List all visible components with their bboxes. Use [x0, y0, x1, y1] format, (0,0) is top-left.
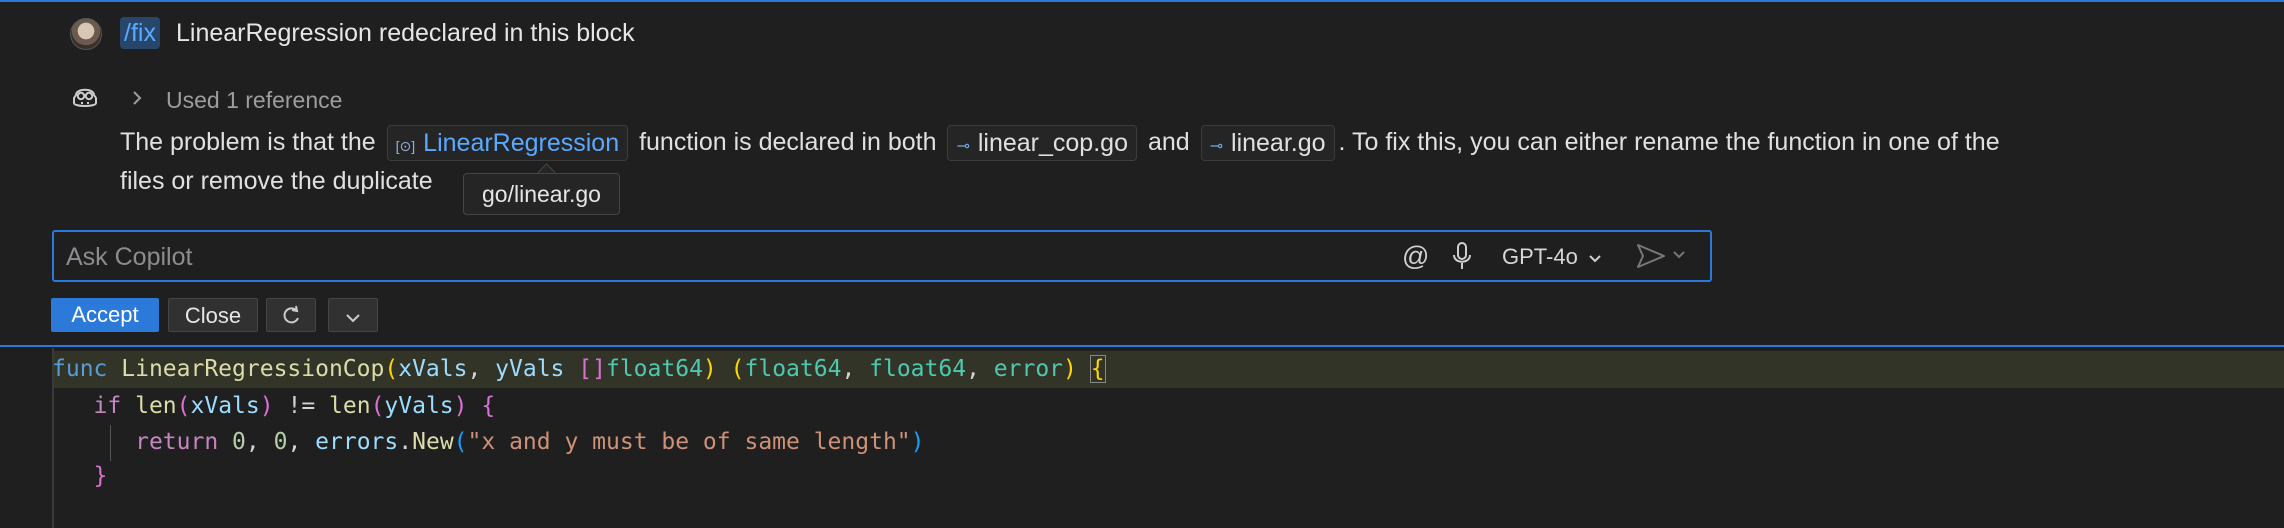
more-actions-button[interactable]	[328, 298, 378, 332]
keyword-if: if	[93, 393, 122, 419]
paren: (	[384, 356, 399, 382]
chevron-down-icon	[1589, 255, 1601, 263]
open-brace: {	[1089, 355, 1106, 383]
chevron-down-icon	[346, 314, 360, 323]
symbol-reference-chip[interactable]: [⊙] LinearRegression	[386, 125, 629, 162]
link-icon: ⊸	[1209, 138, 1224, 156]
user-avatar-icon	[70, 18, 102, 50]
response-intro: The problem is that the	[120, 128, 376, 156]
file-path-tooltip: go/linear.go	[463, 173, 620, 215]
slice-brackets: []	[578, 356, 606, 382]
file-chip-1-label: linear_cop.go	[977, 129, 1128, 158]
used-references-toggle[interactable]: Used 1 reference	[166, 85, 342, 115]
paren: (	[730, 356, 745, 382]
slash-command: /fix	[120, 17, 160, 49]
code-line-1[interactable]: func LinearRegressionCop(xVals, yVals []…	[52, 351, 1106, 387]
chevron-right-icon[interactable]	[130, 88, 144, 113]
number: 0	[273, 429, 288, 455]
return-type: error	[993, 356, 1064, 382]
keyword-return: return	[135, 429, 219, 455]
link-icon: ⊸	[956, 138, 970, 156]
return-type: float64	[869, 356, 967, 382]
param-type: float64	[605, 356, 703, 382]
model-name: GPT-4o	[1502, 244, 1578, 269]
package-errors: errors	[315, 429, 399, 455]
file-chip-2-label: linear.go	[1231, 129, 1326, 158]
paren: )	[702, 356, 717, 382]
comma: ,	[467, 356, 496, 382]
code-line-4[interactable]: }	[52, 458, 108, 494]
file-reference-chip-2[interactable]: ⊸ linear.go	[1200, 125, 1335, 162]
response-line-2: files or remove the duplicate	[120, 167, 433, 195]
send-icon[interactable]	[1634, 241, 1694, 271]
number: 0	[232, 429, 246, 455]
open-brace: {	[481, 393, 496, 419]
accept-button[interactable]: Accept	[51, 298, 159, 332]
symbol-icon: [⊙]	[395, 138, 416, 155]
copilot-icon	[73, 88, 97, 107]
response-tail: . To fix this, you can either rename the…	[1338, 128, 2000, 156]
func-new: New	[412, 429, 454, 455]
file-reference-chip-1[interactable]: ⊸ linear_cop.go	[947, 125, 1137, 162]
close-brace: }	[93, 463, 108, 489]
top-focus-border	[0, 0, 2284, 2]
operator: !=	[273, 393, 330, 419]
var-xvals: xVals	[190, 393, 260, 419]
builtin-len: len	[135, 393, 177, 419]
editor-separator	[0, 345, 2284, 347]
microphone-icon[interactable]	[1452, 240, 1472, 272]
response-mid1: function is declared in both	[639, 128, 937, 156]
keyword-func: func	[52, 356, 108, 382]
model-selector[interactable]: GPT-4o	[1502, 242, 1602, 272]
param-xvals: xVals	[398, 356, 468, 382]
paren: )	[1063, 356, 1077, 382]
string-literal: "x and y must be of same length"	[467, 429, 911, 455]
param-yvals: yVals	[495, 356, 565, 382]
builtin-len: len	[329, 393, 371, 419]
code-line-3[interactable]: return 0, 0, errors.New("x and y must be…	[52, 424, 924, 460]
refresh-icon	[283, 305, 299, 324]
at-icon[interactable]: @	[1402, 240, 1429, 272]
return-type: float64	[744, 356, 842, 382]
rerun-button[interactable]	[266, 298, 316, 332]
response-mid2: and	[1147, 128, 1190, 156]
close-button[interactable]: Close	[168, 298, 258, 332]
symbol-chip-label: LinearRegression	[423, 129, 620, 158]
chat-input-box: @ GPT-4o	[52, 230, 1712, 282]
var-yvals: yVals	[384, 393, 454, 419]
code-line-2[interactable]: if len(xVals) != len(yVals) {	[52, 388, 496, 424]
ask-copilot-input[interactable]	[64, 238, 1368, 276]
request-text: LinearRegression redeclared in this bloc…	[176, 19, 635, 47]
function-name: LinearRegressionCop	[121, 356, 385, 382]
